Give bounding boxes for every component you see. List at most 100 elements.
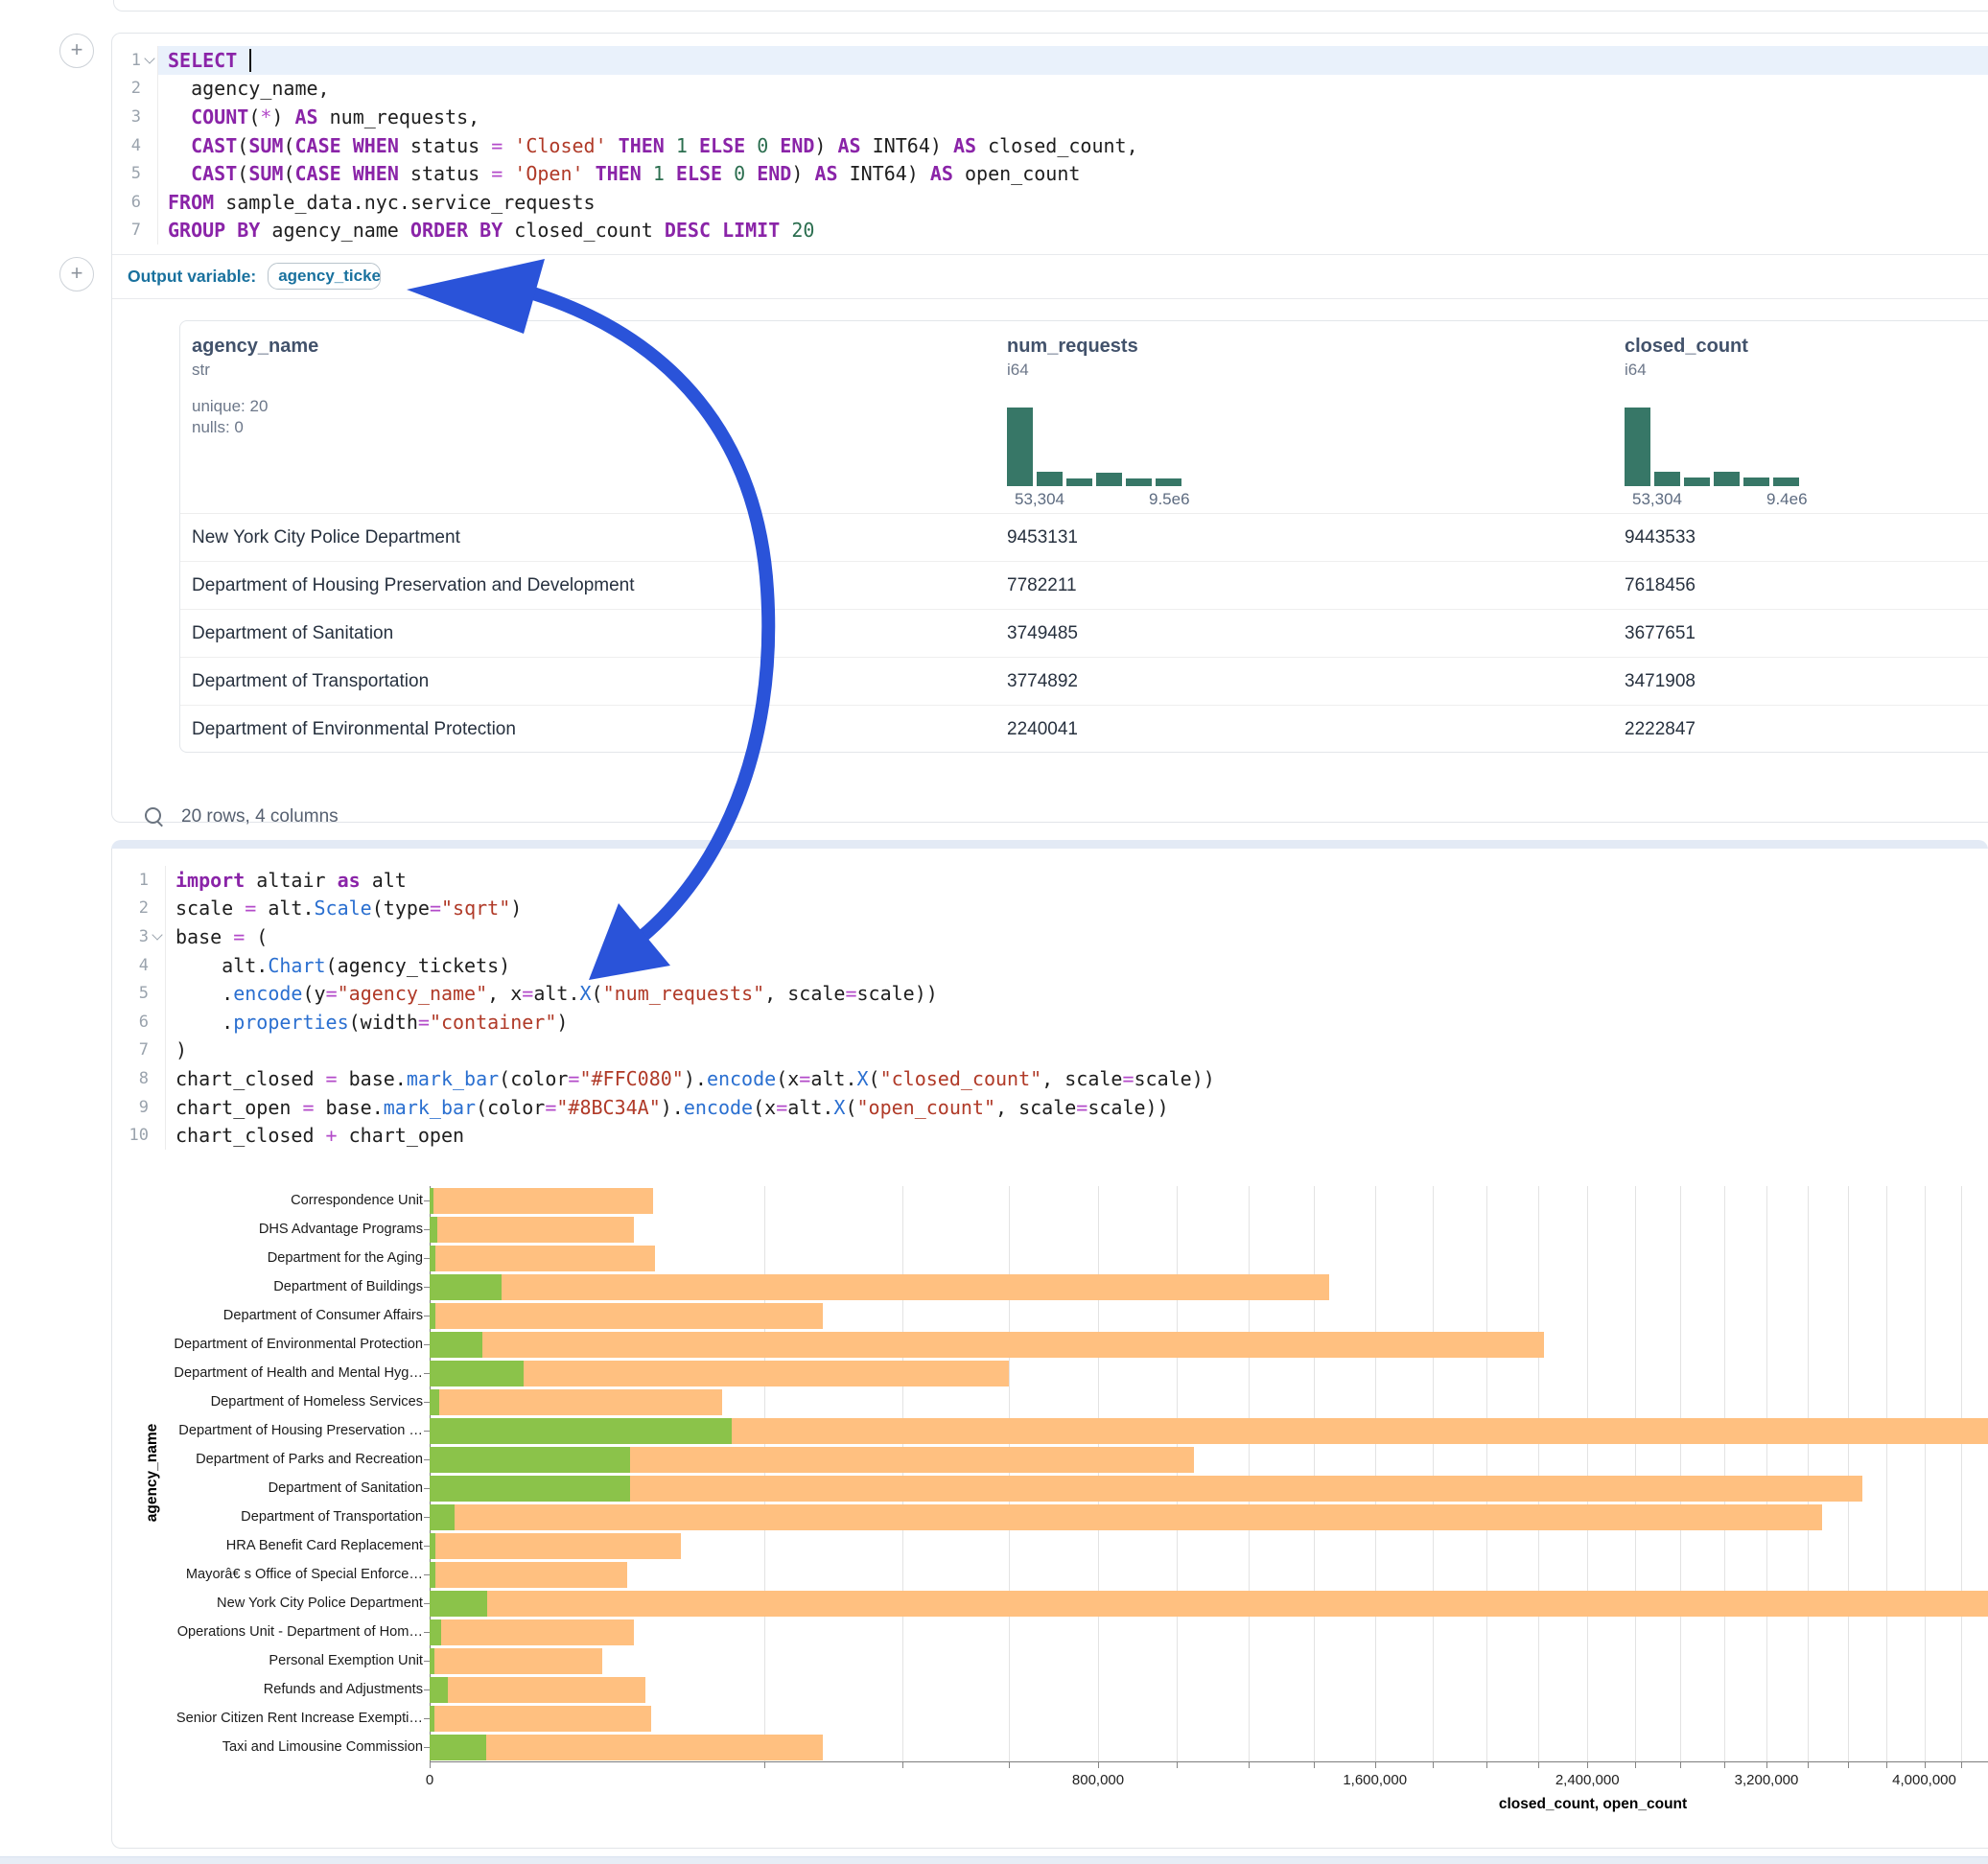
x-axis-tick bbox=[1314, 1761, 1315, 1768]
table-cell: New York City Police Department bbox=[192, 527, 1007, 548]
bar-open-count bbox=[430, 1648, 434, 1674]
bar-closed-count bbox=[430, 1677, 645, 1703]
column-type: str bbox=[192, 360, 318, 381]
bar-open-count bbox=[430, 1476, 630, 1502]
table-row[interactable]: New York City Police Department945313194… bbox=[180, 514, 1988, 562]
x-axis-tick bbox=[1925, 1761, 1926, 1768]
column-stats: unique: 20nulls: 0 bbox=[192, 396, 318, 438]
divider bbox=[112, 298, 1988, 299]
bar-closed-count bbox=[430, 1389, 722, 1415]
code-line[interactable]: 6FROM sample_data.nyc.service_requests bbox=[112, 188, 1988, 217]
table-cell: 2240041 bbox=[1007, 719, 1625, 740]
output-variable-label: Output variable: bbox=[128, 267, 256, 287]
y-axis-tick bbox=[424, 1689, 430, 1690]
x-axis-tick bbox=[1724, 1761, 1725, 1768]
table-cell: 9453131 bbox=[1007, 527, 1625, 548]
bar-closed-count bbox=[430, 1188, 653, 1214]
y-axis-label: Department for the Aging bbox=[171, 1244, 423, 1272]
x-axis-tick bbox=[1587, 1761, 1588, 1768]
gridline bbox=[1925, 1186, 1926, 1761]
bar-open-count bbox=[430, 1274, 502, 1300]
gridline bbox=[1808, 1186, 1809, 1761]
search-icon[interactable] bbox=[145, 807, 164, 827]
gridline bbox=[1766, 1186, 1767, 1761]
code-line[interactable]: 9chart_open = base.mark_bar(color="#8BC3… bbox=[112, 1093, 1988, 1122]
bar-open-count bbox=[430, 1217, 437, 1243]
code-line[interactable]: 3 COUNT(*) AS num_requests, bbox=[112, 103, 1988, 131]
divider bbox=[112, 254, 1988, 255]
y-axis-tick bbox=[424, 1488, 430, 1489]
code-line[interactable]: 6 .properties(width="container") bbox=[112, 1008, 1988, 1037]
code-line[interactable]: 8chart_closed = base.mark_bar(color="#FF… bbox=[112, 1064, 1988, 1093]
bar-closed-count bbox=[430, 1246, 655, 1271]
bar-closed-count bbox=[430, 1217, 634, 1243]
sql-code-editor[interactable]: 1SELECT 2 agency_name,3 COUNT(*) AS num_… bbox=[112, 34, 1988, 245]
bar-open-count bbox=[430, 1389, 439, 1415]
chart-y-axis-title: agency_name bbox=[144, 1185, 161, 1760]
fold-chevron-icon[interactable] bbox=[141, 58, 157, 62]
y-axis-label: Department of Environmental Protection bbox=[171, 1330, 423, 1359]
code-line[interactable]: 1import altair as alt bbox=[112, 866, 1988, 895]
y-axis-tick bbox=[424, 1344, 430, 1345]
code-line[interactable]: 5 .encode(y="agency_name", x=alt.X("num_… bbox=[112, 979, 1988, 1008]
table-cell: 7618456 bbox=[1625, 575, 1988, 596]
chart-y-axis-labels: Correspondence UnitDHS Advantage Program… bbox=[171, 1186, 423, 1761]
code-line[interactable]: 4 CAST(SUM(CASE WHEN status = 'Closed' T… bbox=[112, 131, 1988, 160]
table-row[interactable]: Department of Environmental Protection22… bbox=[180, 706, 1988, 753]
y-axis-label: Department of Transportation bbox=[171, 1503, 423, 1531]
y-axis-tick bbox=[424, 1718, 430, 1719]
code-line[interactable]: 3base = ( bbox=[112, 922, 1988, 951]
table-cell: 9443533 bbox=[1625, 527, 1988, 548]
add-cell-button[interactable]: + bbox=[59, 34, 94, 68]
code-line[interactable]: 4 alt.Chart(agency_tickets) bbox=[112, 951, 1988, 980]
column-header[interactable]: num_requestsi64 bbox=[1007, 335, 1138, 381]
table-cell: Department of Housing Preservation and D… bbox=[192, 575, 1007, 596]
code-line[interactable]: 1SELECT bbox=[112, 46, 1988, 75]
table-row[interactable]: Department of Sanitation37494853677651 bbox=[180, 610, 1988, 658]
y-axis-tick bbox=[424, 1402, 430, 1403]
gridline bbox=[1848, 1186, 1849, 1761]
line-number: 7 bbox=[112, 221, 141, 240]
gridline bbox=[1249, 1186, 1250, 1761]
code-line[interactable]: 2 agency_name, bbox=[112, 75, 1988, 104]
y-axis-label: Senior Citizen Rent Increase Exempti… bbox=[171, 1704, 423, 1733]
line-number: 3 bbox=[112, 927, 149, 946]
line-number: 9 bbox=[112, 1098, 149, 1117]
gridline bbox=[1433, 1186, 1434, 1761]
bar-closed-count bbox=[430, 1533, 681, 1559]
column-header[interactable]: agency_namestrunique: 20nulls: 0 bbox=[192, 335, 318, 438]
y-axis-label: Mayorâ€ s Office of Special Enforce… bbox=[171, 1560, 423, 1589]
output-variable-pill[interactable]: agency_tickets bbox=[268, 263, 381, 290]
column-header[interactable]: closed_counti64 bbox=[1625, 335, 1748, 381]
line-number: 1 bbox=[112, 871, 149, 890]
fold-chevron-icon[interactable] bbox=[149, 935, 165, 939]
table-cell: 3749485 bbox=[1007, 623, 1625, 644]
table-cell: 3471908 bbox=[1625, 671, 1988, 692]
code-line[interactable]: 10chart_closed + chart_open bbox=[112, 1121, 1988, 1150]
table-body: New York City Police Department945313194… bbox=[180, 513, 1988, 753]
code-line[interactable]: 2scale = alt.Scale(type="sqrt") bbox=[112, 895, 1988, 923]
bar-open-count bbox=[430, 1504, 455, 1530]
line-number: 5 bbox=[112, 164, 141, 183]
table-row[interactable]: Department of Housing Preservation and D… bbox=[180, 562, 1988, 610]
code-line[interactable]: 5 CAST(SUM(CASE WHEN status = 'Open' THE… bbox=[112, 159, 1988, 188]
bar-closed-count bbox=[430, 1562, 627, 1588]
x-axis-tick bbox=[1375, 1761, 1376, 1768]
bar-open-count bbox=[430, 1677, 448, 1703]
chart-plot-area bbox=[430, 1186, 1988, 1761]
table-row[interactable]: Department of Transportation377489234719… bbox=[180, 658, 1988, 706]
code-line[interactable]: 7) bbox=[112, 1037, 1988, 1065]
x-axis-tick bbox=[764, 1761, 765, 1768]
x-axis-tick bbox=[1538, 1761, 1539, 1768]
python-code-editor[interactable]: 1import altair as alt2scale = alt.Scale(… bbox=[112, 849, 1988, 1150]
gridline bbox=[1635, 1186, 1636, 1761]
bar-open-count bbox=[430, 1188, 433, 1214]
y-axis-tick bbox=[424, 1546, 430, 1547]
table-cell: Department of Transportation bbox=[192, 671, 1007, 692]
chart-x-axis-title: closed_count, open_count bbox=[1499, 1796, 1687, 1813]
bar-closed-count bbox=[430, 1476, 1862, 1502]
add-cell-button[interactable]: + bbox=[59, 257, 94, 291]
gridline bbox=[1538, 1186, 1539, 1761]
code-line[interactable]: 7GROUP BY agency_name ORDER BY closed_co… bbox=[112, 217, 1988, 245]
x-axis-label: 4,000,000 bbox=[1892, 1772, 1956, 1788]
